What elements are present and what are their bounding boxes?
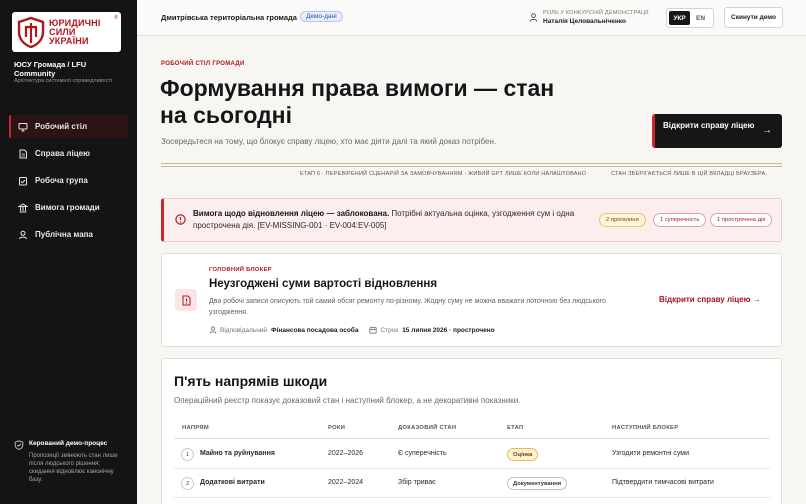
brand-logo[interactable]: ЮРИДИЧНІ СИЛИ УКРАЇНИ ® [12,12,121,52]
column-header: ДОКАЗОВИЙ СТАН [398,425,457,431]
note-text: Пропозиції змінюють стан лише після людс… [29,453,118,483]
reset-demo-button[interactable]: Скинути демо [724,7,783,28]
due-value: 15 липня 2026 · прострочено [402,326,495,334]
damage-directions-panel: П'ять напрямів шкоди Операційний реєстр … [161,358,782,504]
open-case-link[interactable]: Відкрити справу ліцею → [659,295,761,304]
language-switcher: УКР EN [666,8,714,28]
logo-emblem-icon [17,16,45,48]
next-blocker: Підтвердити тимчасові витрати [612,479,714,486]
stage-badge: Документування [507,477,568,490]
direction-years: 2022–2024 [328,479,364,486]
demo-data-badge: Демо-дані [300,11,343,22]
blocker-title: Неузгоджені суми вартості відновлення [209,278,438,290]
sidebar-item-label: Вимога громади [35,203,100,212]
sidebar-item-lyceum-case[interactable]: Справа ліцею [9,142,128,165]
page-eyebrow: РОБОЧИЙ СТІЛ ГРОМАДИ [161,61,245,67]
arrow-right-icon: → [752,295,761,304]
row-number: 2 [181,477,194,490]
stage-badge: Оцінка [507,448,539,461]
conflict-pill[interactable]: 1 суперечність [653,213,707,227]
sidebar-item-label: Робоча група [35,176,88,185]
column-header: РОКИ [328,425,346,431]
owner-label: Відповідальний [220,326,268,334]
page-lead: Зосередьтеся на тому, що блокує справу л… [161,137,497,146]
direction-name: Майно та руйнування [200,450,275,457]
sidebar: ЮРИДИЧНІ СИЛИ УКРАЇНИ ® ЮСУ Громада / LF… [0,0,137,504]
overdue-pill[interactable]: 1 прострочена дія [710,213,773,227]
sidebar-item-label: Публічна мапа [35,230,93,239]
main-blocker-card: ГОЛОВНИЙ БЛОКЕР Неузгоджені суми вартост… [161,253,782,347]
panel-title: П'ять напрямів шкоди [174,373,328,389]
org-subtitle: Архітектура системної справедливості [14,78,113,84]
alert-text: Вимога щодо відновлення ліцею — заблоков… [193,209,575,230]
sidebar-nav: Робочий стіл Справа ліцею Робоча група В… [9,115,128,250]
column-header: НАПРЯМ [182,425,209,431]
gaps-pill[interactable]: 2 прогалини [599,213,646,227]
sidebar-item-label: Справа ліцею [35,149,90,158]
blocker-meta: Відповідальний Фінансова посадова особа … [209,326,495,334]
direction-name: Додаткові витрати [200,479,265,486]
panel-subtitle: Операційний реєстр показує доказовий ста… [174,396,521,405]
evidence-state: Збір триває [398,479,436,486]
person-icon [209,326,217,334]
shield-check-icon [14,440,24,450]
sidebar-item-community-claim[interactable]: Вимога громади [9,196,128,219]
blocker-icon [175,289,197,311]
building-icon [18,202,28,212]
storage-note: СТАН ЗБЕРІГАЄТЬСЯ ЛИШЕ В ЦІЙ ВКЛАДЦІ БРА… [611,171,768,177]
next-blocker: Узгодити ремонтні суми [612,450,690,457]
open-case-label: Відкрити справу ліцею [663,121,755,130]
role-name[interactable]: Наталія Целовальніченко [543,18,626,25]
table-row[interactable]: 1 Майно та руйнування 2022–2026 Є супере… [174,440,770,469]
lang-en-button[interactable]: EN [690,11,711,25]
warning-document-icon [182,295,190,305]
table-header: НАПРЯМ РОКИ ДОКАЗОВИЙ СТАН ЕТАП НАСТУПНИ… [174,422,770,439]
stage-info: ЕТАП 6 · ПЕРЕВІРЕНИЙ СЦЕНАРІЙ ЗА ЗАМОВЧУ… [300,171,587,177]
arrow-right-icon: → [762,125,772,136]
role-label: РОЛЬ У КОНКУРСНІЙ ДЕМОНСТРАЦІЇ [543,10,649,16]
calendar-icon [369,326,378,334]
blocker-eyebrow: ГОЛОВНИЙ БЛОКЕР [209,267,272,273]
document-icon [19,149,27,158]
person-icon [19,230,27,239]
user-icon [529,13,538,22]
due-label: Строк [380,326,399,334]
open-lyceum-case-button[interactable]: Відкрити справу ліцею → [652,114,782,148]
row-number: 1 [181,448,194,461]
divider [161,163,782,167]
evidence-state: Є суперечність [398,450,447,457]
page-title: Формування права вимоги — стан на сьогод… [160,75,555,128]
guided-demo-note: Керований демо-процес Пропозиції змінюют… [14,440,126,484]
sidebar-item-desktop[interactable]: Робочий стіл [9,115,128,138]
community-name: Дмитрівська територіальна громада [161,13,297,22]
org-name: ЮСУ Громада / LFU Community [14,60,87,78]
owner-value: Фінансова посадова особа [271,326,359,334]
topbar: Дмитрівська територіальна громада Демо-д… [137,0,806,36]
sidebar-item-label: Робочий стіл [35,122,88,131]
direction-years: 2022–2026 [328,450,364,457]
checklist-icon [19,176,27,185]
sidebar-item-public-map[interactable]: Публічна мапа [9,223,128,246]
column-header: ЕТАП [507,425,524,431]
desktop-icon [18,122,28,131]
column-header: НАСТУПНИЙ БЛОКЕР [612,425,679,431]
note-title: Керований демо-процес [29,440,108,447]
lang-ukr-button[interactable]: УКР [669,11,690,25]
logo-text: ЮРИДИЧНІ СИЛИ УКРАЇНИ [49,17,101,46]
sidebar-item-working-group[interactable]: Робоча група [9,169,128,192]
blocker-description: Два робочі записи описують той самий обс… [209,298,606,316]
blocked-claim-alert: Вимога щодо відновлення ліцею — заблоков… [161,198,782,242]
alert-circle-icon [175,214,186,225]
table-row[interactable]: 2 Додаткові витрати 2022–2024 Збір трива… [174,469,770,498]
